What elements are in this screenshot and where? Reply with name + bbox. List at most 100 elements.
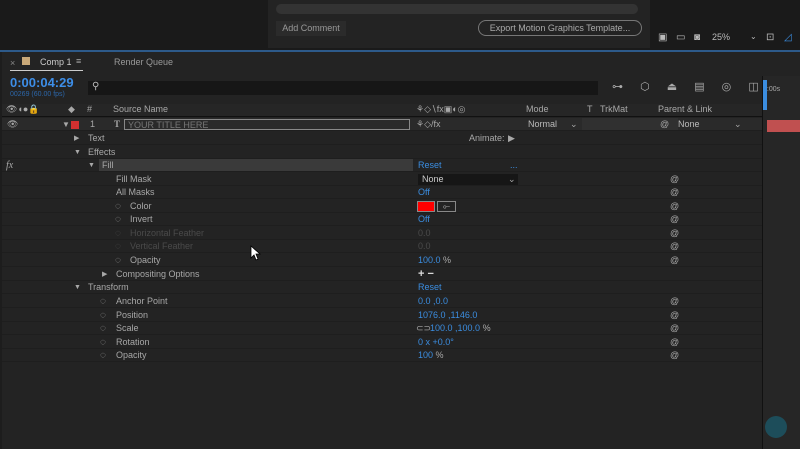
eye-icon[interactable]: 👁: [7, 118, 18, 131]
prop-value[interactable]: Off: [418, 186, 430, 199]
fx-icon[interactable]: fx: [6, 159, 13, 172]
fill-effect-name[interactable]: Fill: [99, 159, 413, 171]
add-remove-mask-buttons[interactable]: + −: [418, 268, 434, 281]
prop-label: Horizontal Feather: [130, 228, 205, 238]
draft-3d-icon[interactable]: ⬡: [640, 81, 650, 93]
tab-underline: [10, 70, 83, 71]
expand-icon[interactable]: ▼: [62, 118, 70, 131]
unit: %: [435, 350, 444, 360]
label-color[interactable]: [71, 121, 79, 129]
snapshot-icon[interactable]: ▣: [658, 32, 667, 43]
close-icon[interactable]: ×: [10, 58, 15, 68]
prop-value[interactable]: 1076.0 ,1146.0: [418, 309, 477, 322]
prop-label: Invert: [130, 214, 153, 224]
parent-select[interactable]: None: [678, 118, 700, 131]
prop-value[interactable]: 100.0 ,100.0: [430, 323, 480, 333]
pick-whip-icon[interactable]: @: [660, 118, 669, 131]
col-parent: Parent & Link: [658, 104, 713, 114]
layer-name-input[interactable]: YOUR TITLE HERE: [124, 119, 410, 130]
scrollbar[interactable]: [276, 4, 638, 14]
expand-icon[interactable]: ▶: [74, 132, 79, 145]
fill-about-button[interactable]: ...: [510, 159, 518, 172]
layer-switches[interactable]: ⚘◇/fx: [416, 118, 441, 131]
expand-icon[interactable]: ▼: [88, 159, 95, 172]
col-t: T: [587, 104, 593, 114]
expand-icon[interactable]: ▼: [74, 281, 81, 294]
menu-icon[interactable]: ≡: [76, 56, 81, 66]
color-swatch[interactable]: [417, 201, 435, 212]
fill-mask-select[interactable]: None: [418, 174, 518, 185]
prop-label: Color: [130, 201, 152, 211]
text-group-row[interactable]: ▶ Text Animate: ▶: [2, 132, 762, 145]
pick-whip-icon[interactable]: @: [670, 173, 679, 186]
pick-whip-icon[interactable]: @: [670, 336, 679, 349]
fill-reset-button[interactable]: Reset: [418, 159, 442, 172]
pick-whip-icon[interactable]: @: [670, 349, 679, 362]
stopwatch-icon[interactable]: ◌: [115, 254, 121, 267]
add-comment-button[interactable]: Add Comment: [276, 21, 346, 36]
effects-group-row[interactable]: ▼ Effects: [2, 146, 762, 159]
stopwatch-icon[interactable]: ◌: [100, 336, 106, 349]
pick-whip-icon[interactable]: @: [670, 213, 679, 226]
shy-icon[interactable]: ⏏: [667, 81, 677, 93]
expand-icon[interactable]: ▶: [102, 268, 107, 281]
transform-reset-button[interactable]: Reset: [418, 281, 442, 294]
stopwatch-icon[interactable]: ◌: [100, 295, 106, 308]
pick-whip-icon[interactable]: @: [670, 322, 679, 335]
monitor-icon[interactable]: ▭: [676, 32, 685, 43]
transform-group-row[interactable]: ▼ Transform Reset: [2, 281, 762, 294]
tab-comp-1[interactable]: Comp 1: [40, 57, 72, 67]
col-number: #: [87, 104, 93, 114]
motion-blur-icon[interactable]: ◎: [722, 81, 732, 93]
col-source-name[interactable]: Source Name: [113, 104, 168, 114]
chevron-down-icon[interactable]: ⌄: [750, 32, 757, 41]
zoom-select[interactable]: 25%: [712, 32, 730, 42]
prop-value[interactable]: 0.0 ,0.0: [418, 295, 448, 308]
prop-value[interactable]: Off: [418, 213, 430, 226]
composition-flowchart-icon[interactable]: ⊶: [612, 81, 623, 93]
mode-select[interactable]: Normal: [528, 118, 557, 131]
pick-whip-icon[interactable]: @: [670, 186, 679, 199]
prop-value[interactable]: 100.0: [418, 255, 441, 265]
layer-number: 1: [90, 119, 96, 129]
export-mogrt-button[interactable]: Export Motion Graphics Template...: [478, 20, 642, 36]
prop-value[interactable]: 100: [418, 350, 433, 360]
chevron-down-icon: ⌄: [508, 174, 516, 184]
stopwatch-icon: ◌: [115, 228, 121, 239]
stopwatch-icon[interactable]: ◌: [115, 213, 121, 226]
animate-button[interactable]: ▶: [508, 132, 515, 145]
pick-whip-icon[interactable]: @: [670, 227, 679, 240]
compositing-options-row[interactable]: ▶ Compositing Options + −: [2, 268, 762, 281]
transparency-grid-icon[interactable]: ◿: [784, 32, 792, 43]
prop-label: Vertical Feather: [130, 241, 194, 251]
transform-label: Transform: [88, 282, 129, 292]
layer-bar[interactable]: [767, 120, 800, 132]
timeline-track-area[interactable]: 0:00s: [762, 76, 800, 449]
eyedropper-icon[interactable]: ⟜: [437, 201, 456, 212]
stopwatch-icon[interactable]: ◌: [100, 349, 106, 362]
pick-whip-icon[interactable]: @: [670, 200, 679, 213]
expand-icon[interactable]: ▼: [74, 146, 81, 159]
constrain-proportions-icon[interactable]: ⊂⊃: [416, 322, 431, 335]
vr-icon[interactable]: ◙: [694, 32, 700, 43]
frame-blending-icon[interactable]: ▤: [694, 81, 704, 93]
stopwatch-icon[interactable]: ◌: [100, 309, 106, 322]
timecode[interactable]: 0:00:04:29: [10, 75, 74, 90]
pick-whip-icon[interactable]: @: [670, 254, 679, 267]
region-icon[interactable]: ⊡: [766, 32, 774, 43]
compositing-label: Compositing Options: [116, 269, 200, 279]
layer-row[interactable]: 👁 ▼ 1 T YOUR TITLE HERE ⚘◇/fx Normal ⌄ @…: [2, 118, 762, 131]
stopwatch-icon[interactable]: ◌: [100, 322, 106, 335]
pick-whip-icon[interactable]: @: [670, 309, 679, 322]
prop-value[interactable]: 0 x +0.0°: [418, 336, 454, 349]
fill-effect-row[interactable]: fx ▼ Fill Reset ...: [2, 159, 762, 172]
graph-editor-icon[interactable]: ◫: [748, 81, 758, 93]
comp-icon: [22, 57, 30, 65]
search-input[interactable]: ⚲: [88, 81, 598, 95]
tab-render-queue[interactable]: Render Queue: [114, 57, 173, 67]
stopwatch-icon[interactable]: ◌: [115, 200, 121, 213]
prop-label: All Masks: [116, 187, 155, 197]
playhead[interactable]: [763, 80, 767, 110]
pick-whip-icon[interactable]: @: [670, 240, 679, 253]
pick-whip-icon[interactable]: @: [670, 295, 679, 308]
